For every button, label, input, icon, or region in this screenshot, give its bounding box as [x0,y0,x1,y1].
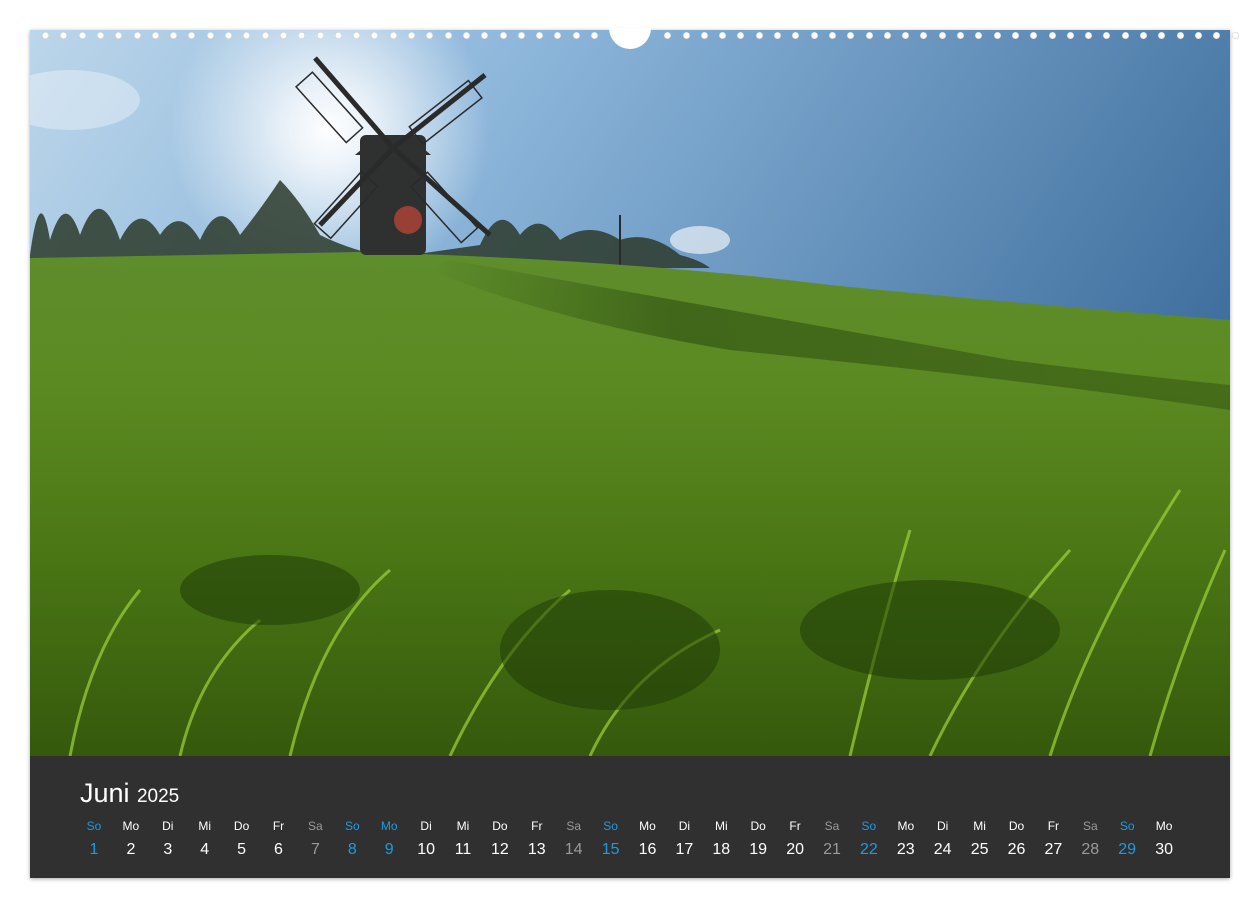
day-number: 4 [200,841,210,858]
weekday-label: Di [678,819,691,833]
weekday-label: Sa [1082,819,1098,833]
weekday-label: Mo [122,819,140,833]
day-number: 13 [527,841,546,858]
day-number: 16 [638,841,657,858]
calendar-band: Juni 2025 So 1 Mo 2 Di 3 Mi 4 Do 5 Fr 6 Sa 7 So 8 Mo 9 Di 1… [30,756,1230,878]
day-number: 6 [274,841,283,858]
day-number: 21 [823,841,841,858]
weekday-label: So [344,819,360,833]
day-number: 12 [490,841,509,858]
day-number: 17 [675,841,694,858]
weekday-label: Sa [308,819,323,833]
day-number: 29 [1118,841,1137,858]
month-name: Juni [80,778,130,808]
weekday-label: So [1119,819,1135,833]
month-title: Juni 2025 [80,778,179,809]
weekday-label: Fr [789,819,801,833]
day-number: 23 [896,841,915,858]
day-number: 22 [859,841,878,858]
weekday-label: Mo [1155,819,1173,833]
weekday-label: Mo [897,819,915,833]
weekday-label: Mi [198,819,212,833]
day-number: 28 [1081,841,1100,858]
weekday-label: Sa [566,819,582,833]
day-number: 11 [454,841,472,858]
day-number: 1 [89,841,99,858]
weekday-label: Fr [531,819,543,833]
day-number: 18 [712,841,731,858]
weekday-label: Mi [456,819,470,833]
day-number: 7 [310,841,320,858]
day-number: 30 [1155,841,1173,858]
day-number: 10 [417,841,435,858]
weekday-label: Di [162,819,174,833]
binding-hole [1231,32,1239,39]
day-number: 5 [237,841,247,858]
weekday-label: Mi [714,819,728,833]
day-number: 15 [601,841,620,858]
weekday-label: Sa [824,819,840,833]
weekday-label: Do [750,819,766,833]
day-number: 27 [1044,841,1063,858]
weekday-label: Do [233,819,250,833]
day-number: 2 [126,841,136,858]
day-number: 20 [786,841,804,858]
day-number: 25 [970,841,989,858]
weekday-label: So [86,819,102,833]
day-number: 26 [1007,841,1026,858]
weekday-label: Fr [1047,819,1060,833]
month-year: 2025 [136,786,180,807]
day-number: 8 [347,841,357,858]
weekday-label: Fr [272,819,285,833]
weekday-label: So [861,819,877,833]
weekday-label: Do [1008,819,1025,833]
day-number: 19 [749,841,768,858]
weekday-label: Mi [973,819,986,833]
weekday-label: Di [937,819,949,833]
weekday-label: Do [492,819,508,833]
weekday-label: So [603,819,618,833]
day-number: 14 [564,841,583,858]
weekday-label: Mo [380,819,398,833]
windmill-photo [30,30,1230,756]
day-number: 24 [933,841,952,858]
weekday-label: Mo [639,819,656,833]
weekday-label: Di [420,819,432,833]
day-number: 3 [163,841,173,858]
day-number: 9 [384,841,394,858]
